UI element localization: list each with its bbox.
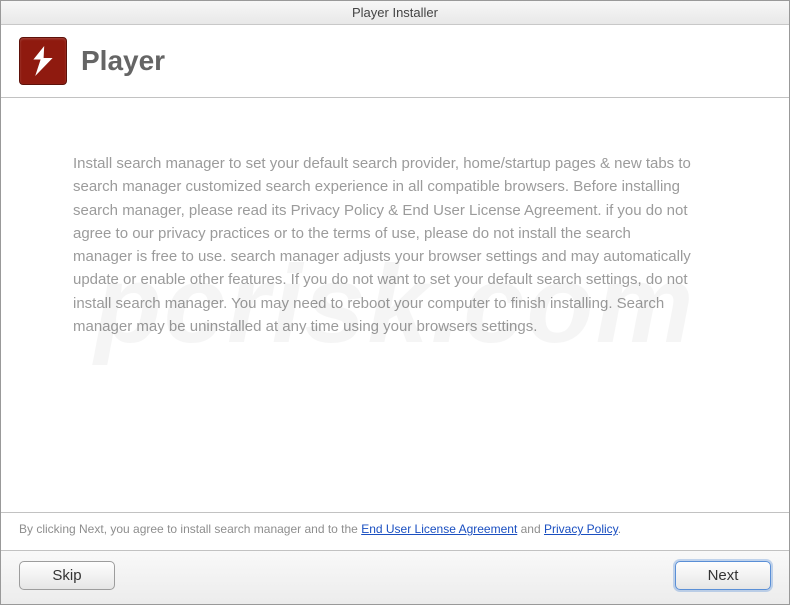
- installer-window: Player Installer Player Install search m…: [0, 0, 790, 605]
- skip-button[interactable]: Skip: [19, 561, 115, 590]
- legal-text: By clicking Next, you agree to install s…: [1, 512, 789, 550]
- header: Player: [1, 25, 789, 98]
- eula-link[interactable]: End User License Agreement: [361, 522, 517, 536]
- flash-player-icon: [19, 37, 67, 85]
- privacy-link[interactable]: Privacy Policy: [544, 522, 618, 536]
- footer: Skip Next: [1, 550, 789, 604]
- legal-suffix: .: [618, 522, 621, 536]
- window-titlebar: Player Installer: [1, 1, 789, 25]
- body-text: Install search manager to set your defau…: [73, 152, 693, 338]
- legal-prefix: By clicking Next, you agree to install s…: [19, 522, 361, 536]
- app-name: Player: [81, 45, 165, 77]
- window-title: Player Installer: [352, 5, 438, 20]
- legal-and: and: [517, 522, 544, 536]
- next-button[interactable]: Next: [675, 561, 771, 590]
- content-area: Install search manager to set your defau…: [1, 98, 789, 512]
